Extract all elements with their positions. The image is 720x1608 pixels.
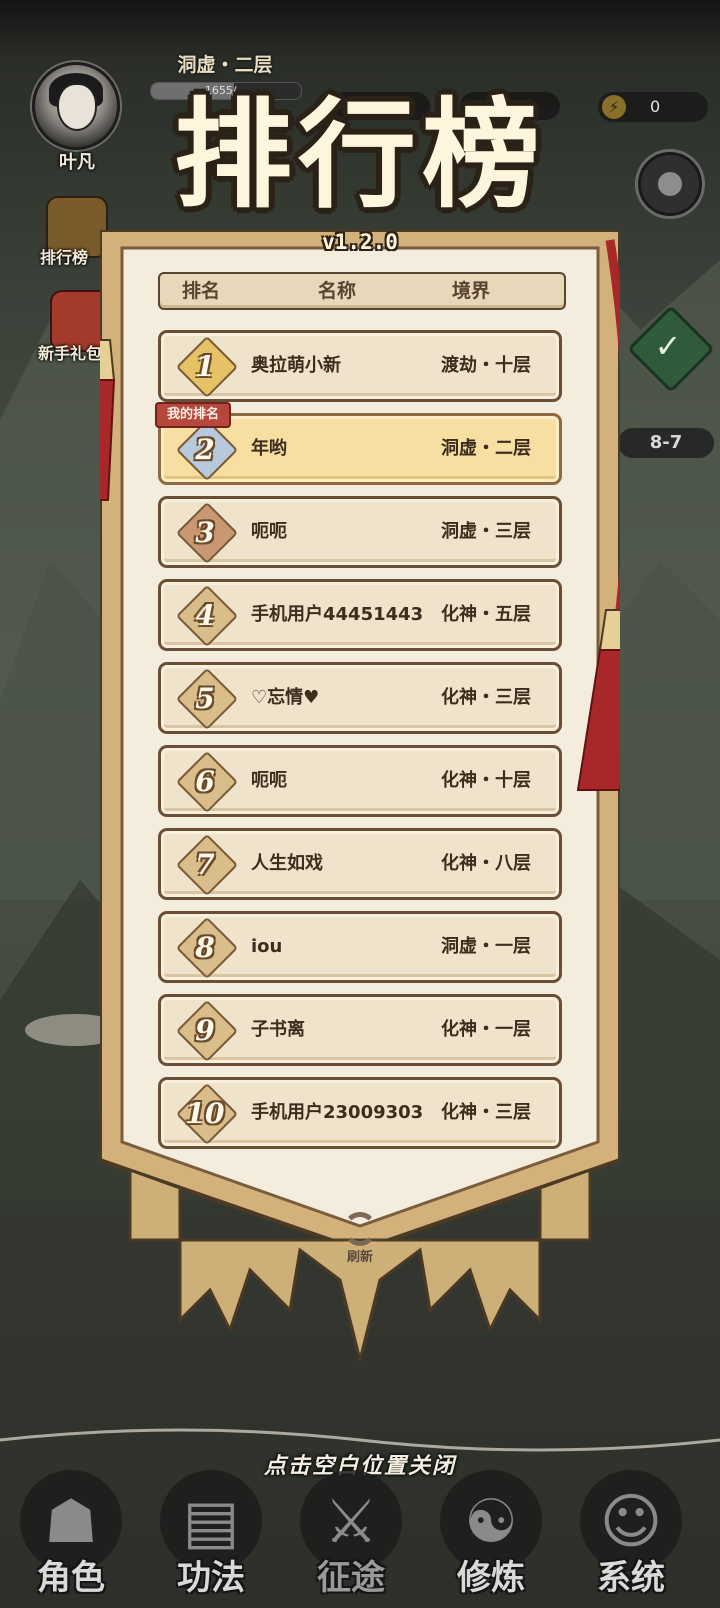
ranking-row[interactable]: 1 奥拉萌小新 渡劫・十层 [158,330,562,402]
refresh-icon [343,1212,377,1246]
ranking-row[interactable]: 6 呃呃 化神・十层 [158,745,562,817]
player-realm: 洞虚・二层 [177,54,273,76]
ranking-side-label: 排行榜 [40,248,89,267]
player-name-cell: 人生如戏 [251,853,323,874]
rank-number: 8 [195,931,215,964]
rank-number: 3 [195,516,215,549]
nav-label: 角色 [37,1558,105,1598]
player-name-cell: iou [251,936,283,957]
realm-cell: 化神・五层 [441,604,531,625]
nav-label: 系统 [597,1558,665,1598]
player-name-cell: 奥拉萌小新 [251,355,341,376]
rank-number: 10 [185,1097,225,1130]
nav-label: 修炼 [457,1558,525,1598]
header-rank: 排名 [182,280,221,302]
nav-item[interactable]: ☺ 系统 [566,1462,696,1608]
nav-item[interactable]: ☯ 修炼 [426,1462,556,1608]
check-icon: ✓ [654,327,682,365]
ranking-row[interactable]: 7 人生如戏 化神・八层 [158,828,562,900]
header-name: 名称 [318,280,357,302]
rank-number: 1 [195,350,215,383]
lightning-icon: ⚡ [602,95,626,119]
header-realm: 境界 [452,280,491,302]
version-label: v1.2.0 [322,230,398,254]
nav-item[interactable]: ⚔ 征途 [286,1462,416,1608]
realm-cell: 化神・三层 [441,1102,531,1123]
avatar-face [57,83,97,131]
nav-label: 征途 [317,1558,385,1598]
nav-item[interactable]: ▤ 功法 [146,1462,276,1608]
refresh-button[interactable]: 刷新 [332,1212,388,1268]
rank-number: 9 [195,1014,215,1047]
player-name-cell: 呃呃 [251,770,287,791]
realm-cell: 化神・八层 [441,853,531,874]
nav-label: 功法 [177,1558,245,1598]
nav-item[interactable]: ☗ 角色 [6,1462,136,1608]
rank-number: 4 [195,599,215,632]
realm-cell: 化神・十层 [441,770,531,791]
newbie-gift-label: 新手礼包 [38,344,103,363]
realm-cell: 洞虚・三层 [441,521,531,542]
player-name-cell: 手机用户44451443 [251,604,424,625]
ranking-row[interactable]: 10 手机用户23009303 化神・三层 [158,1077,562,1149]
settings-gear-button[interactable] [638,152,702,216]
ranking-row[interactable]: 3 呃呃 洞虚・三层 [158,496,562,568]
ranking-row[interactable]: 5 ♡忘情♥ 化神・三层 [158,662,562,734]
ranking-row[interactable]: 2 年哟 洞虚・二层 我的排名 [155,402,562,485]
ranking-row[interactable]: 9 子书离 化神・一层 [158,994,562,1066]
realm-cell: 化神・一层 [441,1019,531,1040]
stage-indicator: 8-7 [618,428,714,458]
player-name-cell: 子书离 [251,1019,305,1040]
realm-cell: 渡劫・十层 [441,355,531,376]
realm-cell: 洞虚・二层 [441,438,531,459]
player-name: 叶凡 [59,152,95,173]
player-name-cell: ♡忘情♥ [251,687,320,708]
player-name-cell: 年哟 [251,438,287,459]
energy-pill[interactable]: ⚡ 0 [598,92,708,122]
ranking-row[interactable]: 4 手机用户44451443 化神・五层 [158,579,562,651]
ranking-title: 排行榜 [173,85,546,224]
realm-cell: 化神・三层 [441,687,531,708]
my-rank-tag: 我的排名 [155,402,232,428]
player-avatar[interactable] [32,62,120,150]
gear-icon [658,172,682,196]
ranking-table-header: 排名 名称 境界 [158,272,566,310]
rank-number: 6 [195,765,215,798]
rank-number: 7 [195,848,215,881]
rank-number: 5 [195,682,215,715]
bottom-nav: ☗ 角色 ▤ 功法 ⚔ 征途 ☯ 修炼 ☺ 系统 [0,1462,720,1608]
player-name-cell: 手机用户23009303 [251,1102,424,1123]
energy-value: 0 [650,97,661,116]
player-name-cell: 呃呃 [251,521,287,542]
ranking-row[interactable]: 8 iou 洞虚・一层 [158,911,562,983]
refresh-label: 刷新 [346,1250,373,1265]
rank-number: 2 [195,433,215,466]
realm-cell: 洞虚・一层 [441,936,531,957]
